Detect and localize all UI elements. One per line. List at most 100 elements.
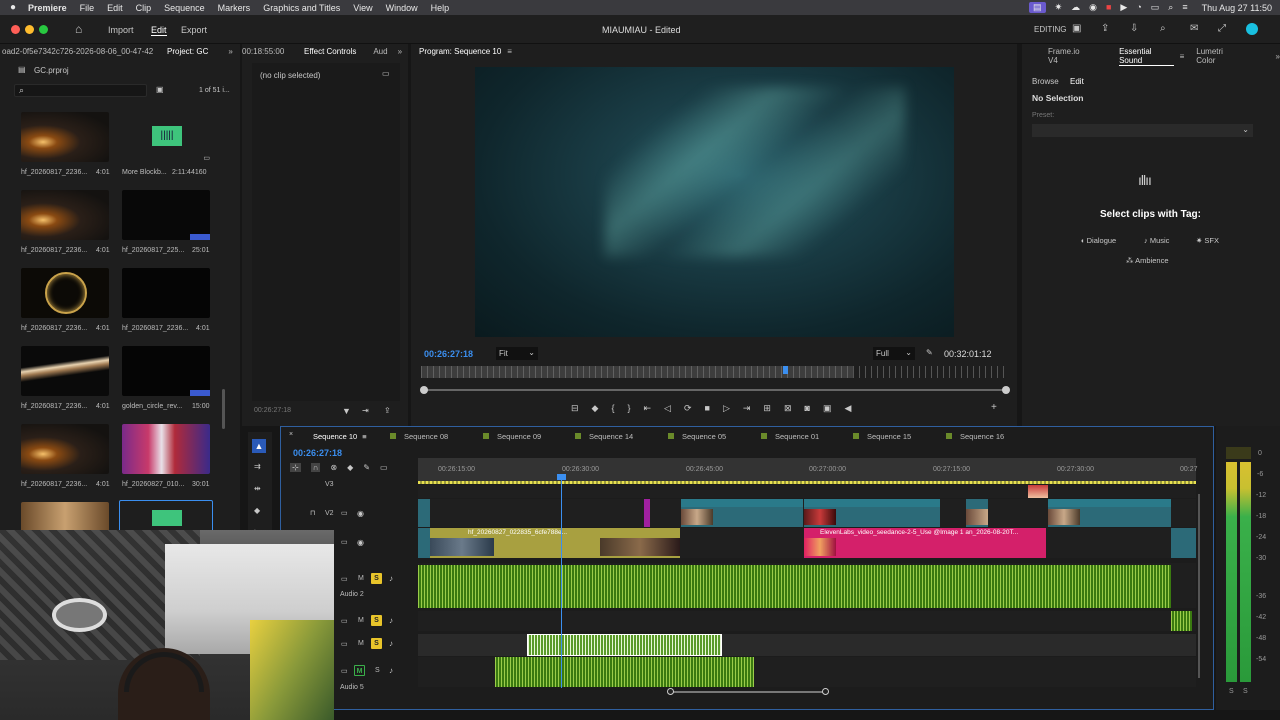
go-to-in-icon[interactable]: ⇤ — [644, 403, 652, 414]
step-back-icon[interactable]: ◁ — [664, 403, 671, 414]
play-icon[interactable]: ▶ — [1120, 2, 1127, 13]
control-center-icon[interactable]: ≡ — [1182, 2, 1187, 13]
effect-controls-tab[interactable]: Effect Controls — [304, 47, 356, 56]
menu-clip[interactable]: Clip — [136, 3, 152, 13]
tag-sfx-button[interactable]: ✷ SFX — [1196, 236, 1219, 245]
zoom-handle-right[interactable] — [1002, 386, 1010, 394]
a4-mic-icon[interactable]: ♪ — [389, 639, 393, 648]
export-tab[interactable]: Export — [181, 25, 207, 35]
a1-toggle-icon[interactable]: ▭ — [341, 575, 348, 583]
fit-dropdown[interactable]: Fit ⌄ — [496, 347, 538, 360]
share-icon[interactable]: ⇪ — [1101, 23, 1109, 34]
v2-clip-small-teal[interactable] — [418, 499, 430, 527]
v1-eye-icon[interactable]: ◉ — [357, 538, 364, 547]
tab-sequence-08[interactable]: Sequence 08 — [390, 430, 448, 442]
razor-tool-icon[interactable]: ◆ — [254, 506, 260, 515]
v2-eye-icon[interactable]: ◉ — [357, 509, 364, 518]
a1-mic-icon[interactable]: ♪ — [389, 574, 393, 583]
menu-edit[interactable]: Edit — [107, 3, 123, 13]
wrench-icon[interactable]: ✎ — [926, 348, 933, 357]
play-only-icon[interactable]: ⇥ — [362, 406, 369, 415]
subtab-edit[interactable]: Edit — [1070, 77, 1084, 86]
menu-sequence[interactable]: Sequence — [164, 3, 205, 13]
menu-view[interactable]: View — [353, 3, 372, 13]
audio-clip-a4[interactable] — [527, 634, 722, 656]
new-bin-icon[interactable]: ▣ — [156, 85, 164, 94]
audio-tab[interactable]: Aud — [373, 47, 387, 56]
tab-menu-icon[interactable]: ≡ — [362, 432, 366, 441]
track-select-icon[interactable]: ⇉ — [254, 462, 261, 471]
project-scrollbar[interactable] — [222, 389, 225, 429]
a3-mute[interactable]: M — [358, 617, 364, 624]
compare-icon[interactable]: ▣ — [823, 403, 832, 414]
program-ruler[interactable] — [421, 366, 1007, 378]
a4-mute[interactable]: M — [358, 640, 364, 647]
tab-sequence-09[interactable]: Sequence 09 — [483, 430, 541, 442]
a5-mic-icon[interactable]: ♪ — [389, 666, 393, 675]
tab-sequence-01[interactable]: Sequence 01 — [761, 430, 819, 442]
menu-markers[interactable]: Markers — [218, 3, 251, 13]
selection-tool-icon[interactable]: ▲ — [252, 439, 266, 453]
settings-wrench-icon[interactable]: ✎ — [363, 463, 370, 472]
v2-clip-d[interactable]: hf_20260823_174416_b11c4... — [1048, 499, 1171, 527]
timeline-vscroll[interactable] — [1198, 494, 1200, 678]
tag-music-button[interactable]: ♪ Music — [1144, 236, 1169, 245]
nest-icon[interactable]: ⊹ — [290, 463, 301, 472]
tab-essential-sound[interactable]: Essential Sound — [1119, 47, 1174, 66]
mark-out-icon[interactable]: } — [627, 403, 630, 414]
v2-clip-c[interactable] — [966, 499, 988, 527]
add-marker-icon[interactable]: ◆ — [347, 463, 353, 472]
home-icon[interactable]: ⌂ — [75, 22, 82, 36]
wifi-icon[interactable]: ◔ — [1136, 2, 1141, 13]
v2-clip-b[interactable]: hf_20260825_191221_8951678e... — [804, 499, 940, 527]
v1-toggle-output-icon[interactable]: ▭ — [341, 538, 348, 546]
program-timecode[interactable]: 00:26:27:18 — [424, 349, 473, 359]
v2-lock-icon[interactable]: ⊓ — [310, 509, 315, 517]
menu-file[interactable]: File — [80, 3, 95, 13]
subtab-browse[interactable]: Browse — [1032, 77, 1059, 86]
v1-clip-a[interactable]: hf_20260827_022835_6cfe788e... — [430, 528, 680, 558]
snap-icon[interactable]: ∩ — [310, 463, 321, 472]
add-button-icon[interactable]: + — [991, 402, 997, 413]
tab-sequence-10[interactable]: Sequence 10 ≡ — [301, 430, 367, 442]
tab-sequence-05[interactable]: Sequence 05 — [668, 430, 726, 442]
cloud-icon[interactable]: ☁ — [1071, 2, 1080, 13]
project-tab[interactable]: Project: GC — [167, 47, 208, 56]
hscroll-handle-left[interactable] — [667, 688, 674, 695]
brightness-icon[interactable]: ✷ — [1055, 2, 1063, 13]
menu-window[interactable]: Window — [386, 3, 418, 13]
stop-icon[interactable]: ■ — [705, 403, 710, 414]
tab-menu-icon[interactable]: ≡ — [1180, 52, 1185, 61]
hscroll-handle-right[interactable] — [822, 688, 829, 695]
meter-solo-left[interactable]: S — [1229, 688, 1234, 695]
edit-tab[interactable]: Edit — [151, 25, 167, 36]
v1-clip-teal-start[interactable] — [418, 528, 430, 558]
panel-toggle-icon[interactable]: ▭ — [382, 69, 390, 78]
audio-icon[interactable]: ◀ — [844, 403, 851, 414]
tab-frameio[interactable]: Frame.io V4 — [1048, 47, 1089, 65]
fullscreen-icon[interactable]: ⤢ — [1218, 23, 1226, 34]
avatar[interactable] — [1246, 23, 1258, 35]
v3-clip-small[interactable] — [1028, 485, 1048, 498]
go-to-out-icon[interactable]: ⇥ — [743, 403, 751, 414]
more-panels-icon[interactable]: » — [1276, 52, 1280, 61]
camera-icon[interactable]: ■ — [1106, 2, 1111, 13]
more-panels-icon[interactable]: » — [398, 47, 402, 56]
workspace-label[interactable]: EDITING — [1034, 25, 1066, 34]
a5-solo[interactable]: S — [375, 667, 380, 674]
v1-clip-pink[interactable]: ElevenLabs_video_seedance-2-5_Use @Image… — [804, 528, 1046, 558]
import-tab[interactable]: Import — [108, 25, 134, 35]
program-tab[interactable]: Program: Sequence 10 — [419, 47, 501, 56]
tab-sequence-15[interactable]: Sequence 15 — [853, 430, 911, 442]
expand-panels-icon[interactable]: » — [228, 47, 232, 56]
timeline-playhead[interactable] — [561, 474, 562, 688]
search-input[interactable]: ⌕ — [14, 84, 147, 97]
menu-graphics[interactable]: Graphics and Titles — [263, 3, 340, 13]
tab-menu-icon[interactable]: ≡ — [507, 47, 512, 56]
zoom-window-icon[interactable] — [39, 25, 48, 34]
playhead-marker[interactable] — [783, 366, 788, 374]
timeline-timecode[interactable]: 00:26:27:18 — [293, 448, 342, 458]
step-forward-icon[interactable]: ▷ — [723, 403, 730, 414]
work-area-bar[interactable] — [418, 481, 1196, 484]
ripple-edit-icon[interactable]: ⇹ — [254, 484, 261, 493]
